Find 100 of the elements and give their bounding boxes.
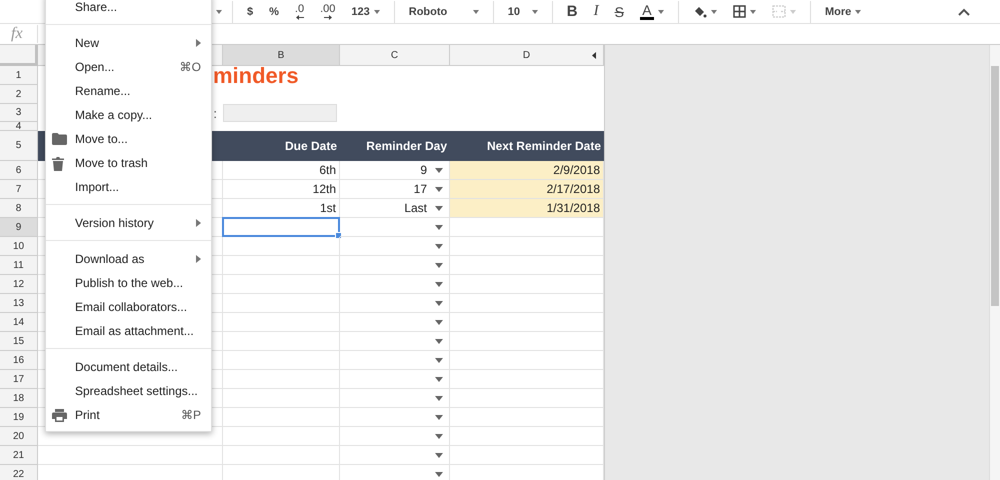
caret-icon bbox=[658, 10, 664, 14]
row-header[interactable]: 5 bbox=[0, 131, 38, 161]
dropdown-arrow-icon[interactable] bbox=[435, 206, 443, 210]
menu-item[interactable]: Email collaborators... bbox=[46, 295, 211, 319]
row-header[interactable]: 8 bbox=[0, 199, 38, 218]
font-size-dropdown[interactable]: 10 bbox=[502, 2, 544, 22]
menu-item[interactable]: New bbox=[46, 31, 211, 55]
row-header[interactable]: 7 bbox=[0, 180, 38, 199]
column-header[interactable]: C bbox=[340, 45, 450, 66]
menu-item[interactable]: Move to trash bbox=[46, 151, 211, 175]
menu-item[interactable]: Download as bbox=[46, 247, 211, 271]
row-header[interactable]: 19 bbox=[0, 408, 38, 427]
menu-item[interactable]: Spreadsheet settings... bbox=[46, 379, 211, 403]
folder-icon bbox=[52, 133, 67, 145]
menu-item[interactable]: Version history bbox=[46, 211, 211, 235]
row-header[interactable]: 2 bbox=[0, 85, 38, 104]
dropdown-arrow-icon[interactable] bbox=[435, 452, 443, 458]
row-header[interactable]: 11 bbox=[0, 256, 38, 275]
scrollbar-thumb[interactable] bbox=[991, 66, 999, 306]
dropdown-arrow-icon[interactable] bbox=[435, 262, 443, 268]
menu-item[interactable]: Document details... bbox=[46, 355, 211, 379]
borders-icon bbox=[732, 5, 746, 18]
dropdown-arrow-icon[interactable] bbox=[435, 414, 443, 420]
dropdown-arrow-icon[interactable] bbox=[435, 186, 443, 192]
dropdown-arrow-icon[interactable] bbox=[435, 358, 443, 362]
dropdown-cell[interactable] bbox=[340, 313, 450, 332]
dropdown-arrow-icon[interactable] bbox=[435, 376, 443, 382]
dropdown-cell[interactable] bbox=[340, 389, 450, 408]
menu-item[interactable]: Share... bbox=[46, 0, 211, 19]
table-cell: 1/31/2018 bbox=[450, 199, 604, 218]
dropdown-cell[interactable] bbox=[340, 218, 450, 237]
paint-bucket-icon bbox=[692, 4, 707, 18]
dropdown-cell[interactable] bbox=[340, 256, 450, 275]
row-header[interactable]: 1 bbox=[0, 66, 38, 85]
increase-decimals-button[interactable]: .00 bbox=[314, 2, 342, 22]
number-format-button[interactable]: 123 bbox=[345, 2, 386, 22]
italic-button[interactable]: I bbox=[588, 2, 605, 22]
row-header[interactable]: 15 bbox=[0, 332, 38, 351]
dropdown-cell[interactable] bbox=[340, 446, 450, 465]
row-header[interactable]: 13 bbox=[0, 294, 38, 313]
active-cell[interactable] bbox=[223, 218, 340, 237]
table-cell: 1st bbox=[223, 199, 340, 218]
menu-item[interactable]: Publish to the web... bbox=[46, 271, 211, 295]
dropdown-arrow-icon[interactable] bbox=[435, 244, 443, 248]
dropdown-cell[interactable] bbox=[340, 275, 450, 294]
percent-button[interactable]: % bbox=[263, 2, 285, 22]
menu-item[interactable]: Make a copy... bbox=[46, 103, 211, 127]
row-header[interactable]: 16 bbox=[0, 351, 38, 370]
row-header[interactable]: 3 bbox=[0, 104, 38, 122]
more-button[interactable]: More bbox=[818, 2, 868, 22]
submenu-arrow-icon bbox=[196, 219, 201, 227]
submenu-arrow-icon bbox=[196, 255, 201, 263]
menu-item[interactable]: Rename... bbox=[46, 79, 211, 103]
row-header[interactable]: 18 bbox=[0, 389, 38, 408]
field-label: : bbox=[213, 106, 217, 120]
dropdown-cell[interactable] bbox=[340, 351, 450, 370]
input-field[interactable] bbox=[223, 104, 337, 122]
menu-item[interactable]: Import... bbox=[46, 175, 211, 199]
row-header[interactable]: 21 bbox=[0, 446, 38, 465]
table-cell: 6th bbox=[223, 161, 340, 180]
row-header[interactable]: 12 bbox=[0, 275, 38, 294]
dropdown-cell[interactable] bbox=[340, 408, 450, 427]
dropdown-arrow-icon[interactable] bbox=[435, 224, 443, 230]
bold-button[interactable]: B bbox=[560, 2, 584, 22]
menu-item[interactable]: Print ⌘P bbox=[46, 403, 211, 427]
column-header[interactable]: B bbox=[223, 45, 340, 66]
menu-item[interactable]: Open... ⌘O bbox=[46, 55, 211, 79]
dropdown-arrow-icon[interactable] bbox=[435, 472, 443, 476]
menu-item[interactable]: Move to... bbox=[46, 127, 211, 151]
dropdown-arrow-icon[interactable] bbox=[435, 300, 443, 306]
dropdown-cell[interactable] bbox=[340, 237, 450, 256]
text-color-button[interactable]: A bbox=[634, 2, 670, 22]
dropdown-cell[interactable] bbox=[340, 370, 450, 389]
dropdown-cell[interactable] bbox=[340, 294, 450, 313]
dropdown-cell[interactable] bbox=[340, 332, 450, 351]
dropdown-arrow-icon[interactable] bbox=[435, 338, 443, 344]
strikethrough-button[interactable]: S bbox=[608, 2, 630, 22]
caret-icon bbox=[472, 10, 479, 14]
row-header[interactable]: 22 bbox=[0, 465, 38, 480]
table-cell: 12th bbox=[223, 180, 340, 199]
row-header[interactable]: 9 bbox=[0, 218, 38, 237]
dropdown-arrow-icon[interactable] bbox=[435, 434, 443, 438]
row-header[interactable]: 14 bbox=[0, 313, 38, 332]
caret-icon bbox=[750, 10, 756, 14]
dropdown-arrow-icon[interactable] bbox=[435, 396, 443, 400]
dropdown-arrow-icon[interactable] bbox=[435, 320, 443, 324]
row-header[interactable]: 17 bbox=[0, 370, 38, 389]
row-header[interactable]: 20 bbox=[0, 427, 38, 446]
dropdown-arrow-icon[interactable] bbox=[435, 168, 443, 172]
currency-button[interactable]: $ bbox=[241, 2, 260, 22]
row-header[interactable]: 6 bbox=[0, 161, 38, 180]
menu-item[interactable]: Email as attachment... bbox=[46, 319, 211, 343]
decrease-decimals-button[interactable]: .0 bbox=[288, 2, 310, 22]
dropdown-cell[interactable] bbox=[340, 427, 450, 446]
dropdown-arrow-icon[interactable] bbox=[435, 282, 443, 286]
column-header[interactable]: D bbox=[450, 45, 604, 66]
font-dropdown[interactable]: Roboto bbox=[402, 2, 485, 22]
formula-label: fx bbox=[0, 25, 38, 43]
column-title: Reminder Day bbox=[366, 139, 447, 153]
row-header[interactable]: 10 bbox=[0, 237, 38, 256]
